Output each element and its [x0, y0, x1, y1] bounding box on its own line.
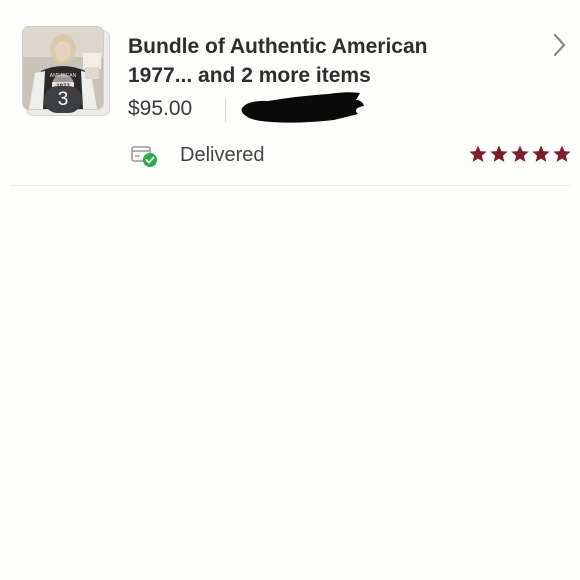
star-icon — [511, 145, 529, 162]
star-icon — [553, 145, 571, 162]
order-title-line-2: 1977... and 2 more items — [128, 64, 371, 87]
price-divider — [225, 98, 226, 122]
product-thumbnail-stack[interactable]: AMERICAN 1977 3 — [22, 26, 110, 116]
order-list-item[interactable]: AMERICAN 1977 3 Bundle of Authentic Amer… — [0, 0, 580, 186]
star-icon — [469, 145, 487, 162]
star-icon — [532, 145, 550, 162]
order-price: $95.00 — [128, 97, 193, 120]
star-icon — [490, 145, 508, 162]
chevron-right-icon[interactable] — [548, 32, 570, 58]
item-count-badge: 3 — [44, 86, 82, 113]
order-title[interactable]: Bundle of Authentic American 1977... and… — [128, 32, 508, 90]
svg-text:AMERICAN: AMERICAN — [50, 73, 77, 79]
redacted-seller-name — [238, 88, 368, 128]
star-rating[interactable] — [468, 143, 572, 165]
list-divider — [10, 185, 570, 186]
delivered-package-check-icon — [130, 143, 160, 169]
delivery-status: Delivered — [180, 144, 265, 166]
order-title-line-1: Bundle of Authentic American — [128, 35, 428, 58]
